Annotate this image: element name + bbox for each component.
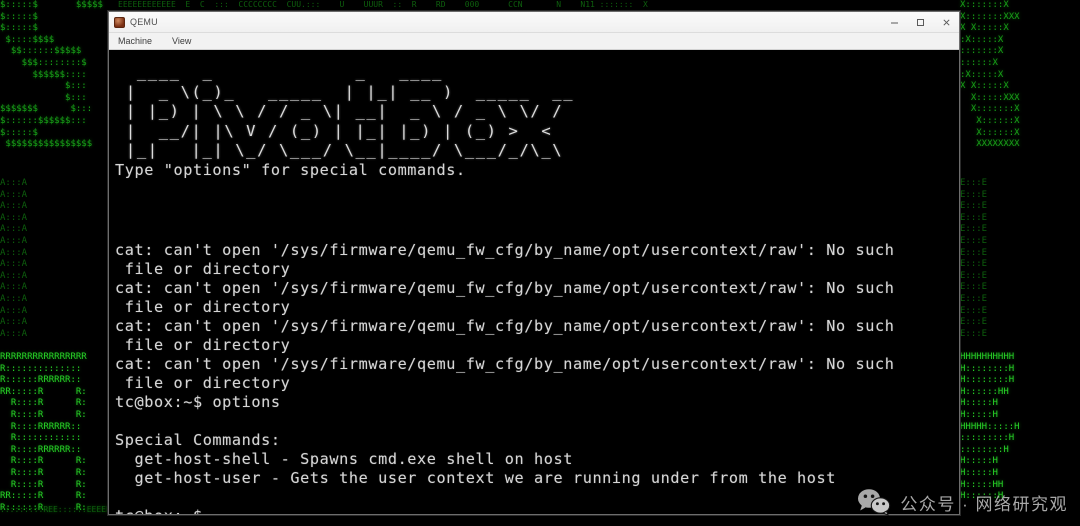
prompt-1: tc@box:~$ xyxy=(115,392,213,411)
minimize-button[interactable] xyxy=(881,12,907,32)
option-get-host-shell: get-host-shell - Spawns cmd.exe shell on… xyxy=(115,449,573,468)
final-prompt-line[interactable]: tc@box:~$ xyxy=(115,507,959,515)
options-heading: Special Commands: xyxy=(115,430,281,449)
option-get-host-user: get-host-user - Gets the user context we… xyxy=(115,468,837,487)
error-3-line-2: file or directory xyxy=(115,335,291,354)
background-art-right-top: X:::::::X X:::::::XXX X X:::::X :X:::::X… xyxy=(960,0,1020,150)
error-1-line-2: file or directory xyxy=(115,259,291,278)
prompt-2: tc@box:~$ xyxy=(115,507,212,515)
qemu-window[interactable]: QEMU Machine View ____ _ _ ____ | _ \(_)… xyxy=(108,11,960,515)
error-4-line-2: file or directory xyxy=(115,373,291,392)
ascii-banner-line-5: |_| |_| \_/ \___/ \__|____/ \___/_/\_\ xyxy=(115,141,564,159)
background-art-right-bottom: HHHHHHHHHH H::::::::H H::::::::H H::::::… xyxy=(960,352,1020,502)
ascii-banner-line-2: | _ \(_)_ _____ | |_| __ ) _____ __ xyxy=(115,82,575,101)
qemu-app-icon xyxy=(114,16,125,28)
screen-root: EEEEEEEEEEEE E C ::: CCCCCCCC CUU.::: U … xyxy=(0,0,1080,526)
background-art-top-strip: EEEEEEEEEEEE E C ::: CCCCCCCC CUU.::: U … xyxy=(118,0,648,9)
command-line-options: tc@box:~$ options xyxy=(115,393,959,412)
ascii-banner-line-3: | |_) | \ \ / / _ \| __| _ \ / _ \ \/ / xyxy=(115,102,564,120)
ascii-banner-line-1: ____ _ _ ____ xyxy=(115,63,443,81)
background-art-right-middle: E:::E E:::E E:::E E:::E E:::E E:::E E:::… xyxy=(960,178,988,339)
menu-view[interactable]: View xyxy=(169,35,194,47)
error-2-line-2: file or directory xyxy=(115,297,291,316)
background-art-left-middle: A:::A A:::A A:::A A:::A A:::A A:::A A:::… xyxy=(0,178,28,339)
ascii-banner-line-4: | __/| |\ V / (_) | |_| |_) | (_) > < xyxy=(115,121,553,140)
terminal-console[interactable]: ____ _ _ ____ | _ \(_)_ _____ | |_| __ )… xyxy=(109,50,959,514)
error-1-line-1: cat: can't open '/sys/firmware/qemu_fw_c… xyxy=(115,240,895,259)
window-titlebar[interactable]: QEMU xyxy=(109,12,959,33)
background-art-left-top: $:::::$ $$$$$ $:::::$ $:::::$ $::::$$$$ … xyxy=(0,0,103,150)
window-menubar[interactable]: Machine View xyxy=(109,33,959,50)
close-icon xyxy=(942,18,950,26)
error-3-line-1: cat: can't open '/sys/firmware/qemu_fw_c… xyxy=(115,316,895,335)
entered-command: options xyxy=(212,392,281,411)
close-button[interactable] xyxy=(933,12,959,32)
window-title: QEMU xyxy=(130,17,158,27)
error-4-line-1: cat: can't open '/sys/firmware/qemu_fw_c… xyxy=(115,354,895,373)
error-2-line-1: cat: can't open '/sys/firmware/qemu_fw_c… xyxy=(115,278,895,297)
maximize-button[interactable] xyxy=(907,12,933,32)
background-art-left-bottom: RRRRRRRRRRRRRRRR R:::::::::::::: R::::::… xyxy=(0,352,87,513)
terminal-hint: Type "options" for special commands. xyxy=(115,160,466,179)
maximize-icon xyxy=(916,18,924,26)
minimize-icon xyxy=(890,22,898,23)
menu-machine[interactable]: Machine xyxy=(115,35,155,47)
